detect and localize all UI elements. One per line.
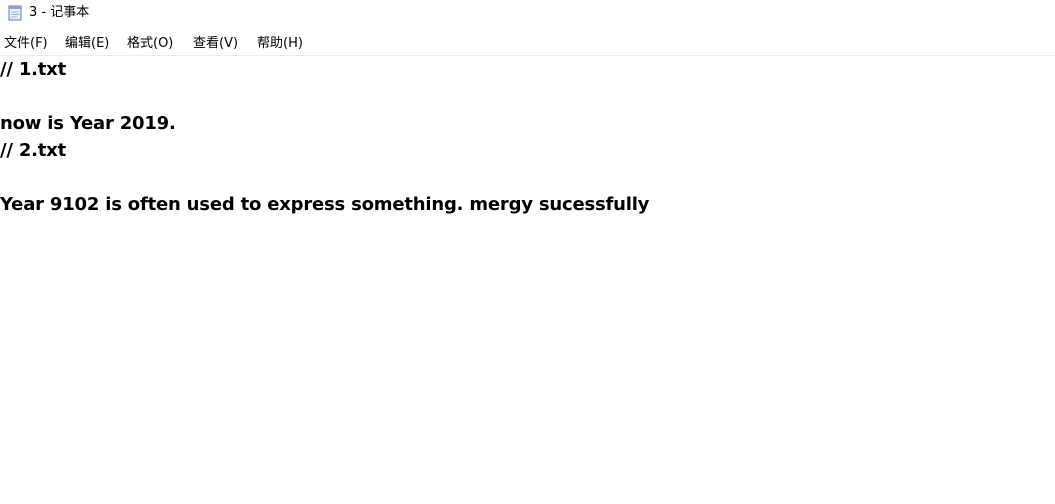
menu-format[interactable]: 格式(O) [127, 35, 173, 53]
notepad-window: 3 - 记事本 文件(F) 编辑(E) 格式(O) 查看(V) 帮助(H) //… [0, 0, 1055, 504]
menu-help[interactable]: 帮助(H) [257, 35, 303, 53]
window-title: 3 - 记事本 [29, 5, 90, 20]
text-line: now is Year 2019. [0, 113, 176, 134]
menu-file[interactable]: 文件(F) [4, 35, 48, 53]
text-line: // 1.txt [0, 59, 66, 80]
text-line: // 2.txt [0, 140, 66, 161]
menu-edit[interactable]: 编辑(E) [65, 35, 109, 53]
menu-bar: 文件(F) 编辑(E) 格式(O) 查看(V) 帮助(H) [0, 33, 1055, 56]
title-bar[interactable]: 3 - 记事本 [0, 0, 1055, 26]
text-line: Year 9102 is often used to express somet… [0, 194, 650, 215]
notepad-icon [6, 4, 24, 21]
text-editor-area[interactable]: // 1.txt now is Year 2019. // 2.txt Year… [0, 56, 1055, 504]
menu-view[interactable]: 查看(V) [193, 35, 238, 53]
